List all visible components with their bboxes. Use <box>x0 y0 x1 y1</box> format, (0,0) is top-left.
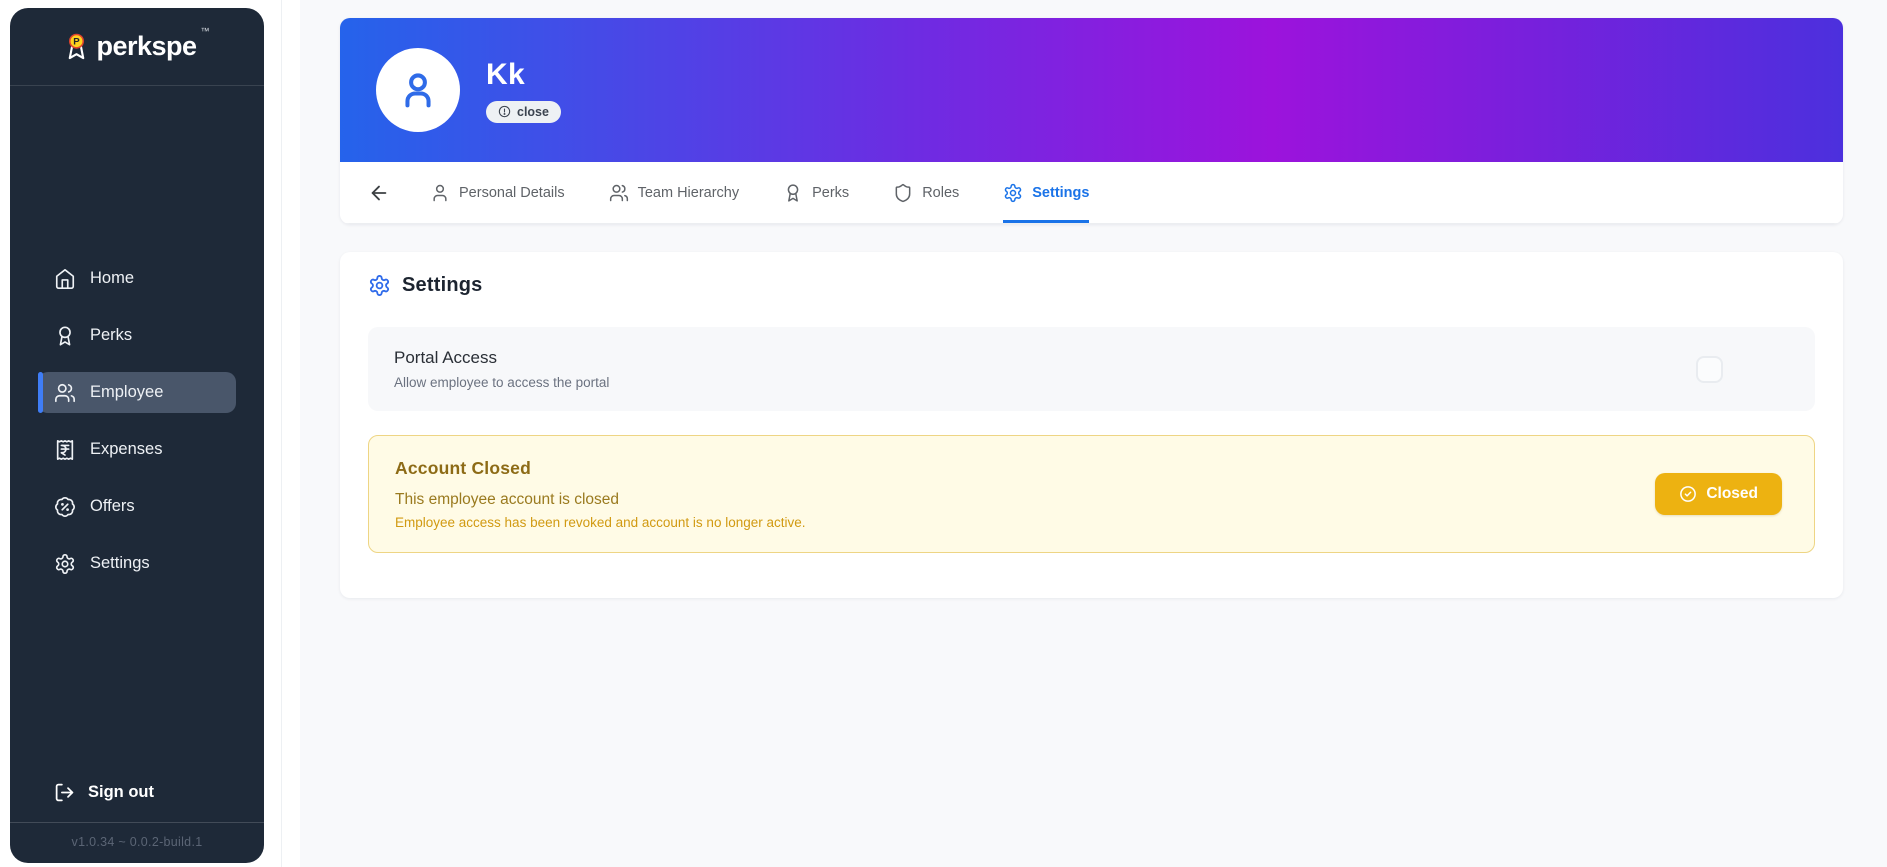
employee-banner: Kk close <box>340 18 1843 162</box>
sidebar-item-label: Settings <box>90 554 150 573</box>
employee-header-card: Kk close Personal Details Team Hierarchy <box>340 18 1843 224</box>
sidebar-item-label: Perks <box>90 326 132 345</box>
users-icon <box>609 183 629 203</box>
tab-perks[interactable]: Perks <box>783 162 849 223</box>
sidebar-item-expenses[interactable]: Expenses <box>38 429 236 470</box>
settings-panel: Settings Portal Access Allow employee to… <box>340 252 1843 598</box>
main-content: Kk close Personal Details Team Hierarchy <box>300 0 1887 867</box>
tab-label: Roles <box>922 185 959 201</box>
logout-icon <box>54 782 75 803</box>
back-button[interactable] <box>368 162 390 223</box>
sidebar-item-label: Expenses <box>90 440 162 459</box>
portal-access-description: Allow employee to access the portal <box>394 375 609 390</box>
receipt-rupee-icon <box>54 439 76 461</box>
sign-out-button[interactable]: Sign out <box>10 772 264 812</box>
tab-settings[interactable]: Settings <box>1003 162 1089 223</box>
shield-icon <box>893 183 913 203</box>
info-icon <box>498 105 511 118</box>
gear-icon <box>1003 183 1023 203</box>
sidebar: P perkspe ™ Home Perks Employee Expenses… <box>10 8 264 863</box>
closed-button-label: Closed <box>1706 485 1758 503</box>
portal-access-title: Portal Access <box>394 348 609 368</box>
gear-icon <box>368 274 391 297</box>
tab-label: Perks <box>812 185 849 201</box>
sidebar-nav: Home Perks Employee Expenses Offers Sett… <box>10 86 264 772</box>
gear-icon <box>54 553 76 575</box>
portal-access-card: Portal Access Allow employee to access t… <box>368 327 1815 411</box>
check-circle-icon <box>1679 485 1697 503</box>
svg-text:P: P <box>74 37 81 48</box>
account-closed-texts: Account Closed This employee account is … <box>395 458 806 530</box>
account-closed-title: Account Closed <box>395 458 806 479</box>
sidebar-item-employee[interactable]: Employee <box>38 372 236 413</box>
version-text: v1.0.34 ~ 0.0.2-build.1 <box>10 835 264 849</box>
badge-percent-icon <box>54 496 76 518</box>
logo-text: perkspe <box>96 31 196 62</box>
section-title: Settings <box>402 274 483 297</box>
logo-trademark: ™ <box>201 26 210 36</box>
tab-label: Settings <box>1032 185 1089 201</box>
arrow-left-icon <box>368 182 390 204</box>
avatar <box>376 48 460 132</box>
user-icon <box>430 183 450 203</box>
settings-heading: Settings <box>368 274 1815 297</box>
employee-name: Kk <box>486 58 561 92</box>
sidebar-item-label: Employee <box>90 383 163 402</box>
layout-divider <box>281 0 282 867</box>
users-icon <box>54 382 76 404</box>
status-badge: close <box>486 101 561 123</box>
medal-logo-icon: P <box>64 32 89 61</box>
sidebar-item-label: Home <box>90 269 134 288</box>
account-closed-subtitle: This employee account is closed <box>395 491 806 509</box>
sidebar-item-settings[interactable]: Settings <box>38 543 236 584</box>
tab-roles[interactable]: Roles <box>893 162 959 223</box>
portal-access-toggle[interactable] <box>1696 356 1723 383</box>
home-icon <box>54 268 76 290</box>
status-badge-label: close <box>517 105 549 119</box>
tab-label: Personal Details <box>459 185 565 201</box>
sign-out-label: Sign out <box>88 783 154 802</box>
account-closed-card: Account Closed This employee account is … <box>368 435 1815 553</box>
sidebar-item-perks[interactable]: Perks <box>38 315 236 356</box>
tab-team-hierarchy[interactable]: Team Hierarchy <box>609 162 740 223</box>
portal-access-texts: Portal Access Allow employee to access t… <box>394 348 609 390</box>
medal-icon <box>783 183 803 203</box>
tab-personal-details[interactable]: Personal Details <box>430 162 565 223</box>
account-closed-description: Employee access has been revoked and acc… <box>395 515 806 530</box>
sidebar-item-offers[interactable]: Offers <box>38 486 236 527</box>
sidebar-divider <box>10 822 264 823</box>
closed-button[interactable]: Closed <box>1655 473 1782 515</box>
app-logo[interactable]: P perkspe ™ <box>10 8 264 86</box>
sidebar-item-label: Offers <box>90 497 135 516</box>
banner-texts: Kk close <box>486 58 561 123</box>
tab-bar: Personal Details Team Hierarchy Perks Ro… <box>340 162 1843 224</box>
medal-icon <box>54 325 76 347</box>
user-icon <box>395 67 441 113</box>
sidebar-footer: Sign out v1.0.34 ~ 0.0.2-build.1 <box>10 772 264 863</box>
tab-label: Team Hierarchy <box>638 185 740 201</box>
sidebar-item-home[interactable]: Home <box>38 258 236 299</box>
